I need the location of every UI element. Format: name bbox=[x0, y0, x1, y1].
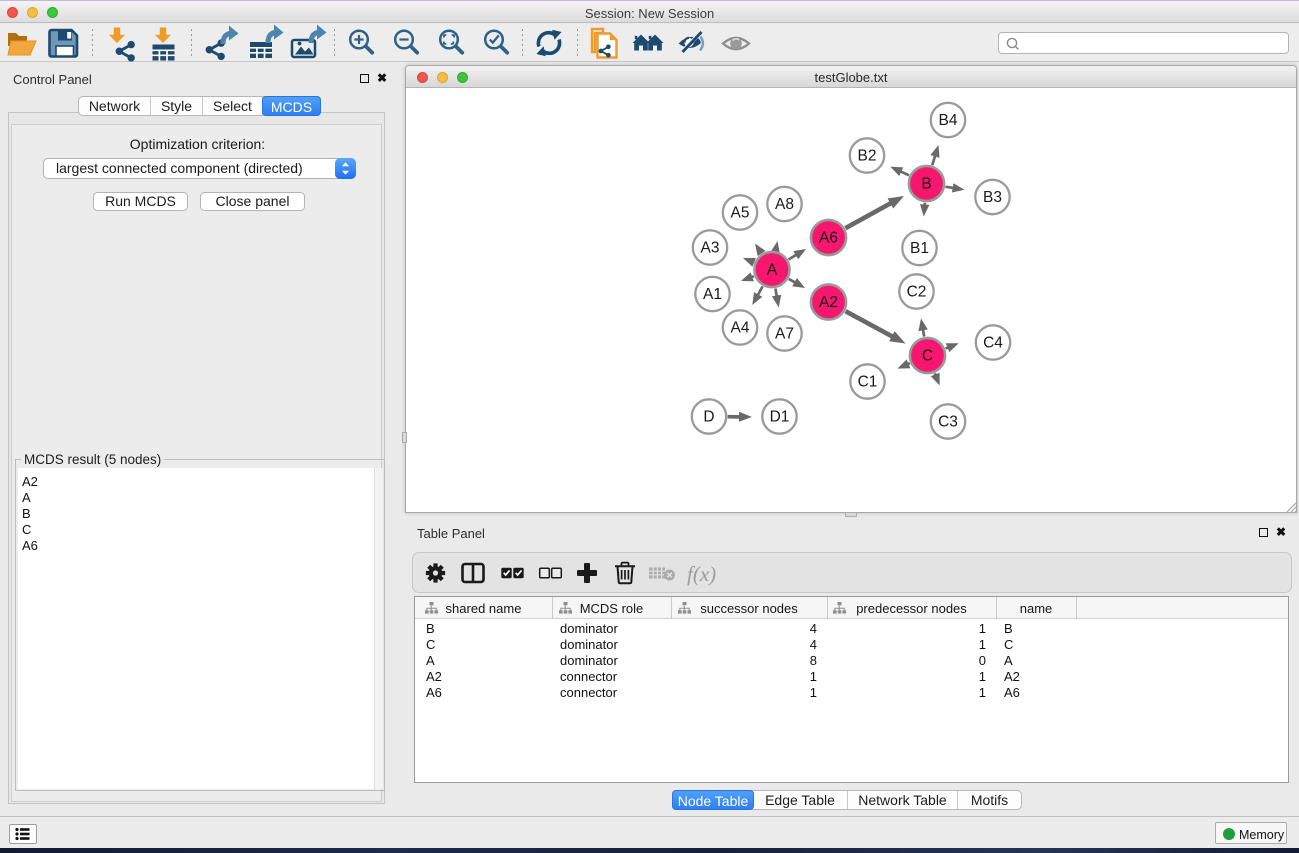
svg-text:A6: A6 bbox=[819, 230, 838, 247]
svg-text:C4: C4 bbox=[983, 335, 1003, 352]
svg-text:A: A bbox=[767, 262, 778, 279]
svg-text:A7: A7 bbox=[775, 326, 794, 343]
svg-text:D: D bbox=[703, 409, 714, 426]
svg-text:f(x): f(x) bbox=[687, 562, 716, 586]
svg-text:B4: B4 bbox=[939, 112, 958, 129]
svg-text:B: B bbox=[921, 176, 931, 193]
svg-text:B3: B3 bbox=[983, 189, 1002, 206]
svg-text:D1: D1 bbox=[770, 409, 790, 426]
svg-text:A2: A2 bbox=[819, 294, 838, 311]
svg-text:A5: A5 bbox=[731, 205, 750, 222]
svg-text:B2: B2 bbox=[858, 148, 877, 165]
svg-text:B1: B1 bbox=[910, 240, 929, 257]
svg-text:C2: C2 bbox=[907, 284, 927, 301]
svg-text:A8: A8 bbox=[775, 196, 794, 213]
svg-text:C: C bbox=[922, 348, 933, 365]
svg-text:A1: A1 bbox=[703, 286, 722, 303]
svg-text:C3: C3 bbox=[938, 414, 958, 431]
svg-text:A3: A3 bbox=[701, 240, 720, 257]
svg-text:C1: C1 bbox=[858, 374, 878, 391]
svg-text:A4: A4 bbox=[731, 320, 750, 337]
